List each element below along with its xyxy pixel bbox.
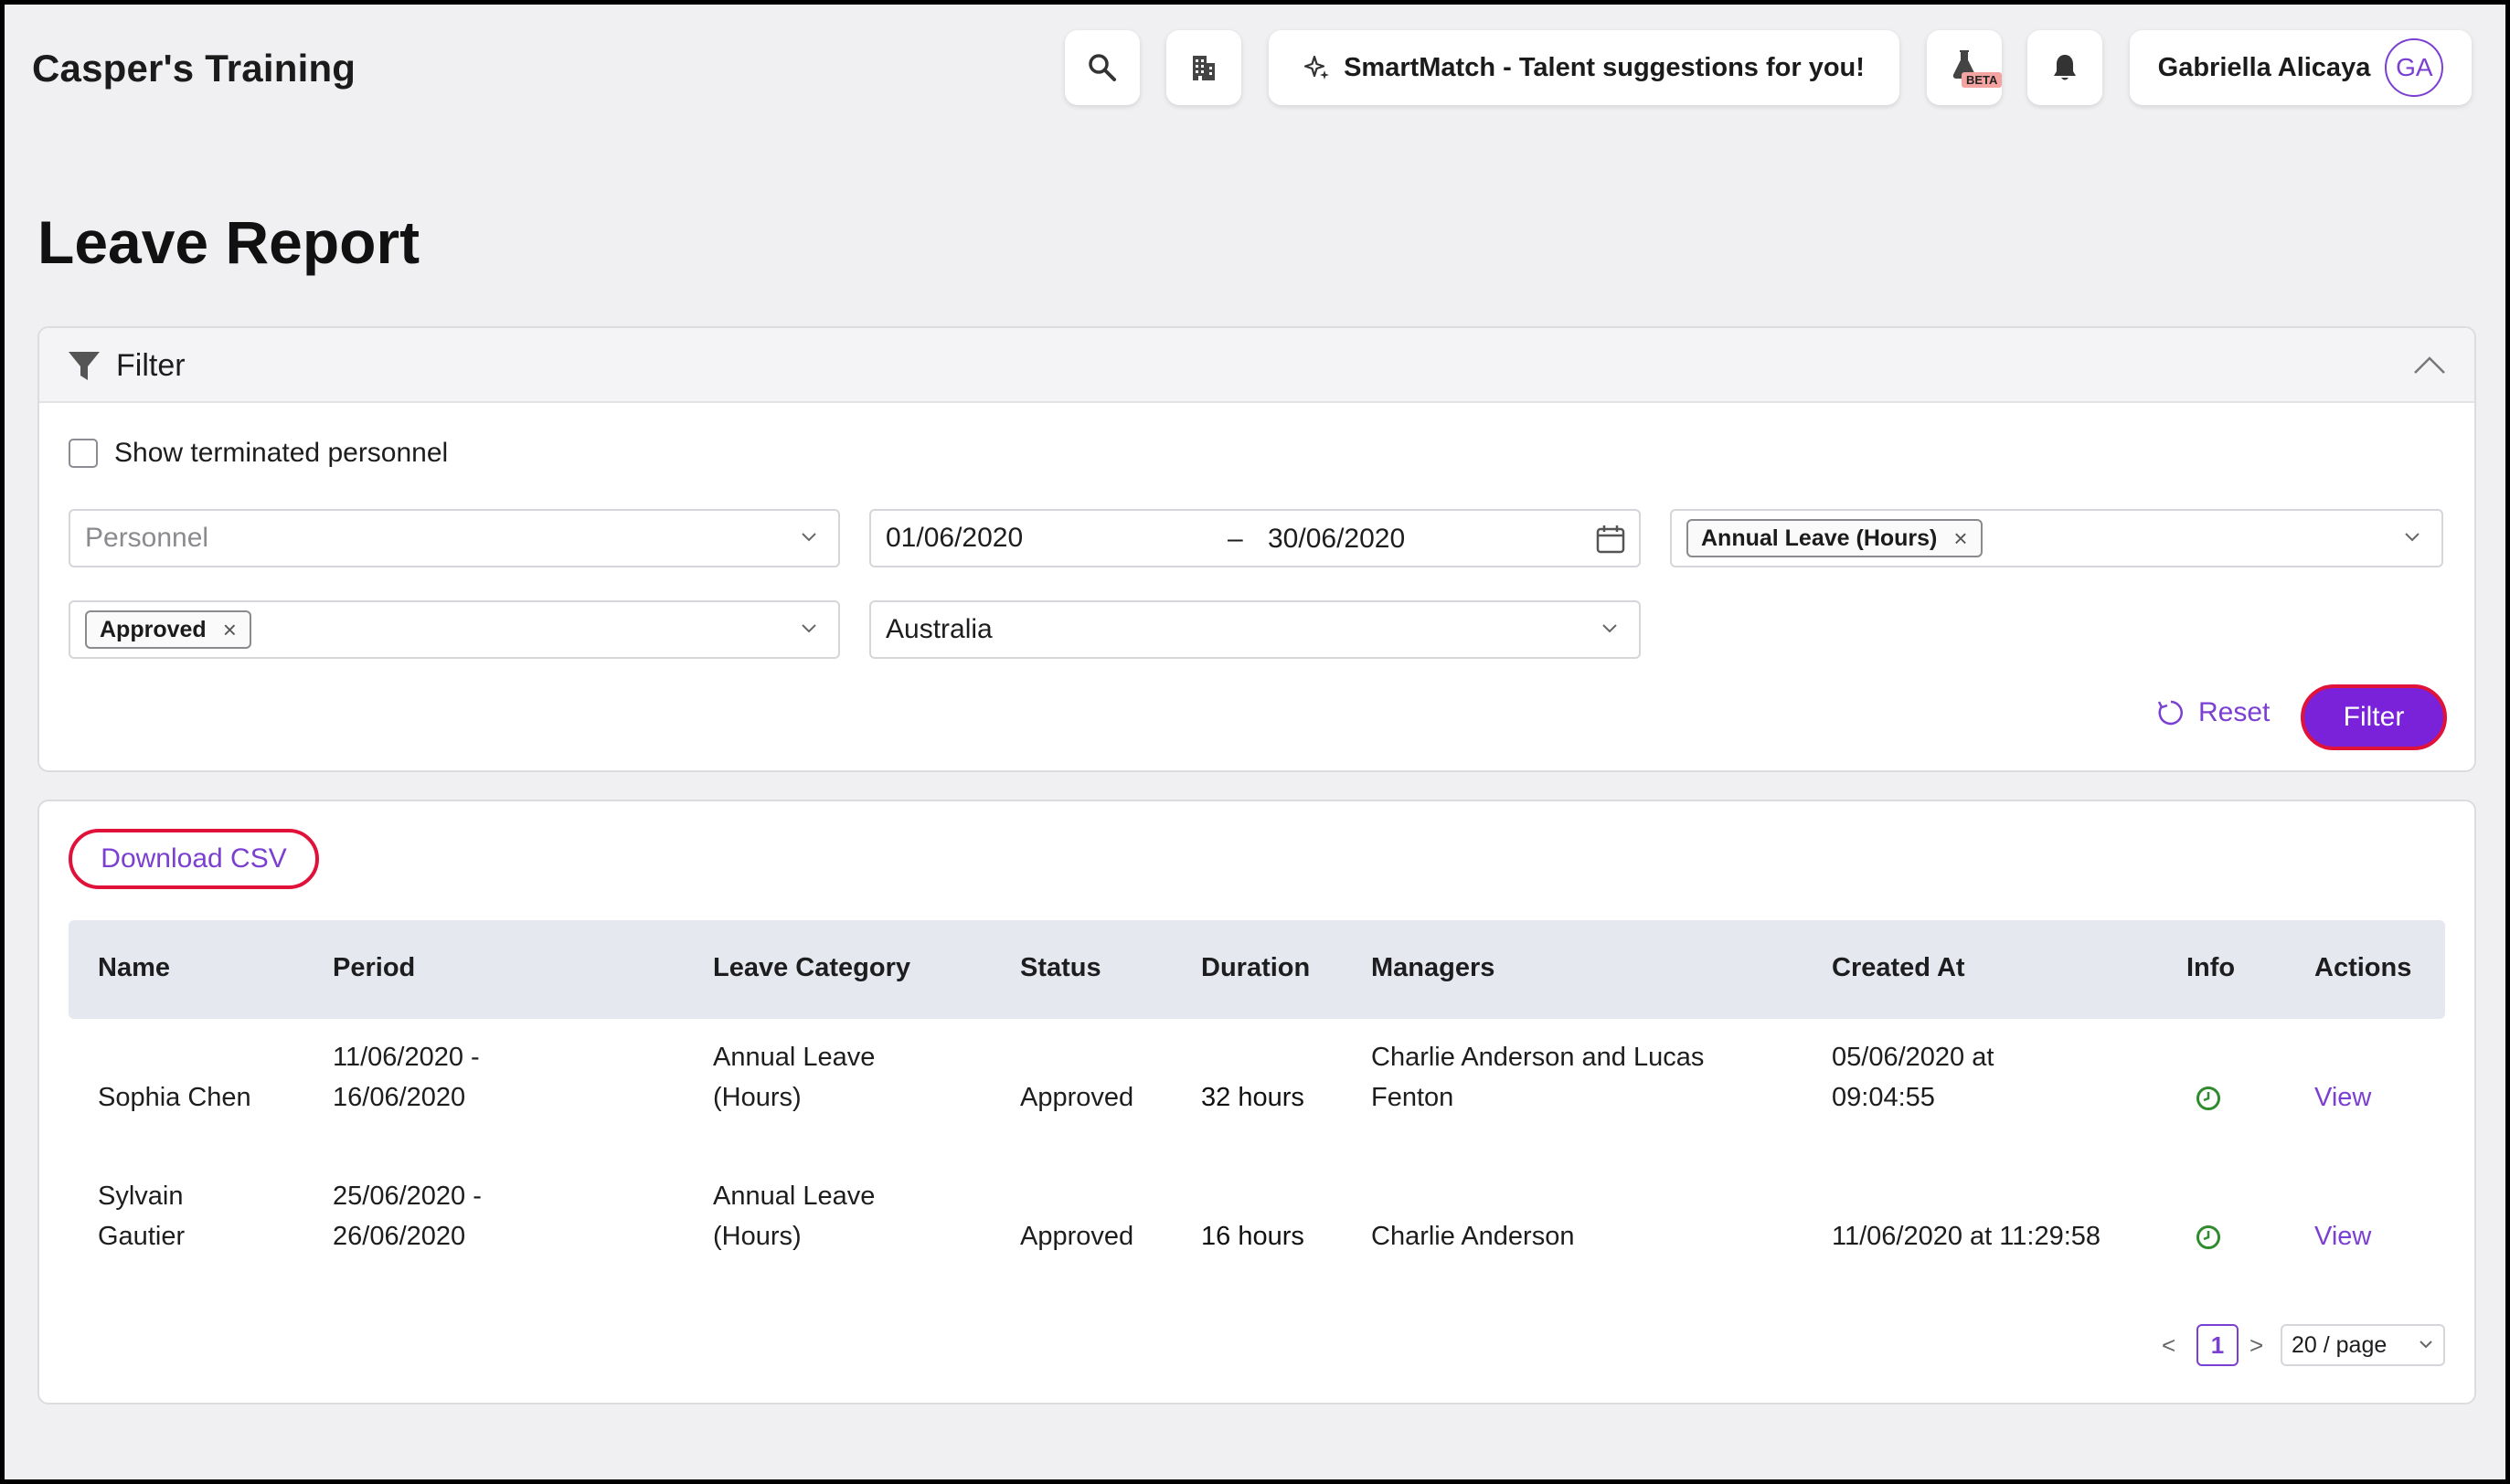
clock-icon[interactable] bbox=[2195, 1224, 2222, 1251]
reset-icon bbox=[2157, 700, 2183, 726]
notifications-button[interactable] bbox=[2027, 30, 2102, 105]
status-tag: Approved × bbox=[85, 610, 251, 649]
filter-header[interactable]: Filter bbox=[39, 328, 2474, 403]
user-menu-button[interactable]: Gabriella Alicaya GA bbox=[2130, 30, 2472, 105]
pagination-current-page[interactable]: 1 bbox=[2196, 1324, 2239, 1366]
bell-icon bbox=[2054, 55, 2076, 80]
chevron-up-icon[interactable] bbox=[2412, 354, 2447, 376]
chevron-down-icon bbox=[2405, 533, 2420, 542]
organisation-button[interactable] bbox=[1166, 30, 1241, 105]
cell-managers: Charlie Anderson and Lucas Fenton bbox=[1371, 1043, 1705, 1112]
beta-labs-button[interactable]: BETA bbox=[1927, 30, 2003, 105]
cell-leave-category: Annual Leave (Hours) bbox=[713, 1182, 876, 1251]
page-size-value: 20 / page bbox=[2292, 1331, 2388, 1358]
cell-name: Sophia Chen bbox=[98, 1083, 251, 1112]
chevron-down-icon bbox=[802, 624, 816, 633]
avatar: GA bbox=[2385, 38, 2444, 97]
column-header-actions[interactable]: Actions bbox=[2314, 953, 2411, 983]
chevron-down-icon bbox=[1602, 624, 1617, 633]
sparkle-icon bbox=[1303, 55, 1330, 80]
smartmatch-button[interactable]: SmartMatch - Talent suggestions for you! bbox=[1269, 30, 1899, 105]
chevron-down-icon bbox=[802, 533, 816, 542]
clock-icon[interactable] bbox=[2195, 1085, 2222, 1112]
leave-category-tag-label: Annual Leave (Hours) bbox=[1701, 525, 1938, 551]
download-csv-button[interactable]: Download CSV bbox=[69, 829, 319, 889]
column-header-duration[interactable]: Duration bbox=[1201, 953, 1310, 983]
cell-duration: 32 hours bbox=[1201, 1083, 1304, 1112]
column-header-created-at[interactable]: Created At bbox=[1832, 953, 1965, 983]
calendar-icon[interactable] bbox=[1595, 524, 1626, 555]
column-header-status[interactable]: Status bbox=[1020, 953, 1101, 983]
chevron-down-icon bbox=[2420, 1341, 2432, 1349]
user-name: Gabriella Alicaya bbox=[2157, 52, 2371, 82]
page-size-select[interactable]: 20 / page bbox=[2281, 1324, 2445, 1366]
results-panel: Download CSV Name Period Leave Category … bbox=[37, 800, 2476, 1404]
beta-badge: BETA bbox=[1962, 72, 2003, 88]
filter-panel: Filter Show terminated personnel Personn… bbox=[37, 326, 2476, 772]
building-icon bbox=[1193, 56, 1215, 80]
cell-period: 11/06/2020 - 16/06/2020 bbox=[333, 1043, 480, 1112]
table-header: Name Period Leave Category Status Durati… bbox=[69, 920, 2445, 1019]
personnel-select[interactable]: Personnel bbox=[69, 509, 840, 567]
date-end[interactable]: 30/06/2020 bbox=[1268, 524, 1405, 555]
column-header-info[interactable]: Info bbox=[2186, 953, 2235, 983]
leave-category-select[interactable]: Annual Leave (Hours) × bbox=[1670, 509, 2443, 567]
app-title: Casper's Training bbox=[32, 47, 356, 90]
reset-button[interactable]: Reset bbox=[2156, 697, 2270, 728]
cell-duration: 16 hours bbox=[1201, 1222, 1304, 1251]
remove-tag-icon[interactable]: × bbox=[1953, 525, 1967, 553]
status-tag-label: Approved bbox=[100, 616, 207, 642]
reset-label: Reset bbox=[2198, 697, 2271, 727]
funnel-icon bbox=[69, 352, 100, 380]
column-header-managers[interactable]: Managers bbox=[1371, 953, 1494, 983]
column-header-leave-category[interactable]: Leave Category bbox=[713, 953, 910, 983]
leave-category-tag: Annual Leave (Hours) × bbox=[1686, 519, 1983, 557]
country-select[interactable]: Australia bbox=[869, 600, 1641, 659]
cell-created-at: 11/06/2020 at 11:29:58 bbox=[1832, 1222, 2101, 1251]
table-row: Sophia Chen 11/06/2020 - 16/06/2020 Annu… bbox=[69, 1032, 2445, 1171]
table-row: Sylvain Gautier 25/06/2020 - 26/06/2020 … bbox=[69, 1171, 2445, 1309]
country-value: Australia bbox=[886, 614, 993, 644]
personnel-placeholder: Personnel bbox=[85, 523, 209, 553]
pagination-prev[interactable]: < bbox=[2162, 1331, 2175, 1360]
smartmatch-label: SmartMatch - Talent suggestions for you! bbox=[1344, 52, 1865, 82]
filter-title: Filter bbox=[116, 348, 186, 383]
cell-name: Sylvain Gautier bbox=[98, 1182, 186, 1251]
page-title: Leave Report bbox=[37, 208, 420, 276]
view-link[interactable]: View bbox=[2314, 1077, 2371, 1118]
cell-managers: Charlie Anderson bbox=[1371, 1222, 1575, 1251]
date-range-picker[interactable]: 01/06/2020 – 30/06/2020 bbox=[869, 509, 1641, 567]
remove-tag-icon[interactable]: × bbox=[223, 616, 237, 644]
pagination-next[interactable]: > bbox=[2249, 1331, 2263, 1360]
cell-period: 25/06/2020 - 26/06/2020 bbox=[333, 1182, 482, 1251]
cell-status: Approved bbox=[1020, 1083, 1134, 1112]
cell-created-at: 05/06/2020 at 09:04:55 bbox=[1832, 1043, 1994, 1112]
date-start[interactable]: 01/06/2020 bbox=[886, 523, 1023, 554]
search-icon bbox=[1089, 54, 1116, 81]
date-separator: – bbox=[1228, 524, 1243, 554]
show-terminated-checkbox[interactable] bbox=[69, 439, 98, 468]
filter-button[interactable]: Filter bbox=[2301, 684, 2447, 750]
view-link[interactable]: View bbox=[2314, 1216, 2371, 1256]
column-header-period[interactable]: Period bbox=[333, 953, 415, 983]
show-terminated-row[interactable]: Show terminated personnel bbox=[69, 438, 448, 469]
cell-leave-category: Annual Leave (Hours) bbox=[713, 1043, 876, 1112]
app-window: Casper's Training SmartMatch - Talent su… bbox=[5, 5, 2505, 1479]
column-header-name[interactable]: Name bbox=[98, 953, 170, 983]
status-select[interactable]: Approved × bbox=[69, 600, 840, 659]
cell-status: Approved bbox=[1020, 1222, 1134, 1251]
show-terminated-label: Show terminated personnel bbox=[114, 438, 449, 468]
search-button[interactable] bbox=[1065, 30, 1140, 105]
